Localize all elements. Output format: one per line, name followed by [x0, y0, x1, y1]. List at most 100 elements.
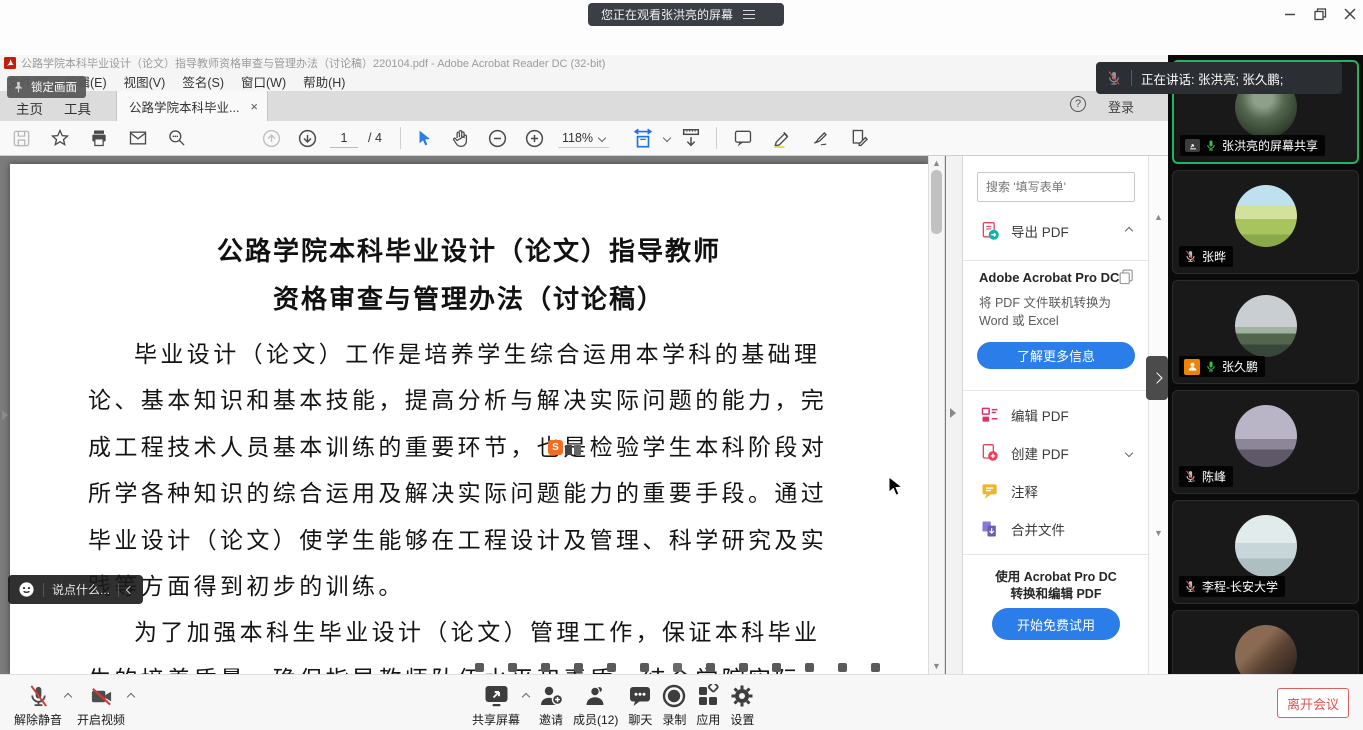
promo-description: 将 PDF 文件联机转换为 Word 或 Excel [979, 294, 1131, 330]
menu-item-view[interactable]: 视图(V) [124, 72, 166, 91]
document-heading: 公路学院本科毕业设计（论文）指导教师 资格审查与管理办法（讨论稿） [10, 228, 928, 324]
panel-collapse-handle[interactable] [1146, 356, 1168, 400]
hand-tool-button[interactable] [447, 125, 473, 151]
taskbar-icon [838, 663, 847, 672]
chevron-down-icon[interactable] [663, 134, 671, 142]
apps-button[interactable]: 应用 [696, 683, 720, 728]
settings-button[interactable]: 设置 [730, 683, 754, 728]
scroll-down-icon[interactable]: ▼ [932, 661, 941, 671]
zoom-in-button[interactable] [521, 125, 547, 151]
scroll-thumb[interactable] [931, 170, 942, 234]
panel-expand-arrow-icon[interactable] [950, 408, 956, 418]
help-icon[interactable]: ? [1070, 96, 1086, 112]
chevron-up-icon[interactable] [1125, 227, 1133, 235]
watching-banner[interactable]: 您正在观看张洪亮的屏幕 [588, 3, 784, 26]
document-page[interactable]: 公路学院本科毕业设计（论文）指导教师 资格审查与管理办法（讨论稿） 毕业设计（论… [10, 164, 928, 674]
chat-placeholder[interactable]: 说点什么... [52, 581, 110, 598]
scroll-up-icon[interactable]: ▲ [932, 158, 941, 168]
sign-tool-button[interactable] [808, 125, 834, 151]
panel-scrollbar[interactable]: ▲ ▼ [1148, 156, 1168, 674]
scroll-down-icon[interactable]: ▼ [1154, 528, 1163, 538]
selection-tool-button[interactable] [410, 125, 436, 151]
taskbar-icon [640, 663, 649, 672]
star-button[interactable] [47, 125, 73, 151]
nav-pane-toggle[interactable] [2, 410, 8, 420]
search-button[interactable] [164, 125, 190, 151]
invite-button[interactable]: 邀请 [539, 683, 563, 728]
tools-search-input[interactable] [977, 172, 1135, 202]
chat-bubble[interactable]: 说点什么... [8, 575, 143, 604]
participant-tile[interactable]: 陈峰 [1172, 390, 1359, 494]
participants-sidebar: 张洪亮的屏幕共享 张晔 张久鹏 陈峰 李程-长安大学 [1168, 55, 1363, 674]
document-tab-label: 公路学院本科毕业... [129, 97, 239, 116]
lock-tooltip-text: 锁定画面 [31, 79, 77, 95]
video-options-chevron[interactable] [127, 692, 135, 700]
banner-menu-icon[interactable] [743, 10, 755, 19]
participant-tile[interactable]: 张晔 [1172, 170, 1359, 274]
share-screen-icon [483, 684, 510, 708]
comment-item[interactable]: 注释 [963, 476, 1149, 506]
fill-sign-button[interactable] [847, 125, 873, 151]
start-video-button[interactable]: 开启视频 [77, 683, 134, 728]
panel-divider [963, 260, 1149, 261]
participant-name-tag: 李程-长安大学 [1179, 576, 1285, 597]
export-pdf-item[interactable]: 导出 PDF [963, 216, 1149, 246]
share-options-chevron[interactable] [522, 692, 530, 700]
tab-home[interactable]: 主页 [16, 98, 43, 118]
scroll-up-icon[interactable]: ▲ [1154, 212, 1163, 222]
page-fit-button[interactable] [678, 125, 704, 151]
unmute-button[interactable]: 解除静音 [14, 683, 71, 728]
create-pdf-item[interactable]: 创建 PDF [963, 438, 1149, 468]
document-scrollbar[interactable]: ▲ ▼ [928, 156, 945, 674]
participant-tile[interactable] [1172, 610, 1359, 674]
record-button[interactable]: 录制 [662, 683, 686, 728]
start-trial-button[interactable]: 开始免费试用 [992, 608, 1120, 640]
edit-pdf-item[interactable]: 编辑 PDF [963, 400, 1149, 430]
tab-tools[interactable]: 工具 [64, 98, 91, 118]
document-tab[interactable]: 公路学院本科毕业... × [116, 91, 268, 121]
minimize-button[interactable] [1278, 4, 1302, 24]
copy-pages-icon [1118, 268, 1135, 285]
emoji-icon[interactable] [18, 581, 35, 598]
page-number-input[interactable] [330, 128, 358, 148]
save-button[interactable] [8, 125, 34, 151]
print-button[interactable] [86, 125, 112, 151]
collapse-chat-icon[interactable] [126, 585, 134, 593]
zoom-out-button[interactable] [484, 125, 510, 151]
menu-item-help[interactable]: 帮助(H) [303, 72, 345, 91]
chevron-down-icon[interactable] [1125, 449, 1133, 457]
leave-meeting-button[interactable]: 离开会议 [1277, 688, 1349, 718]
participant-tile[interactable]: 李程-长安大学 [1172, 500, 1359, 604]
chevron-right-icon [1151, 372, 1162, 383]
combine-files-item[interactable]: 合并文件 [963, 514, 1149, 544]
members-label: 成员(12) [573, 711, 618, 728]
mic-options-chevron[interactable] [64, 692, 72, 700]
close-button[interactable] [1338, 4, 1362, 24]
menu-item-window[interactable]: 窗口(W) [241, 72, 286, 91]
fit-width-button[interactable] [630, 125, 656, 151]
learn-more-button[interactable]: 了解更多信息 [977, 342, 1135, 369]
restore-button[interactable] [1308, 4, 1332, 24]
tab-close-icon[interactable]: × [250, 99, 258, 114]
window-title: 公路学院本科毕业设计（论文）指导教师资格审查与管理办法（讨论稿）220104.p… [21, 55, 605, 71]
sign-in-link[interactable]: 登录 [1108, 97, 1134, 116]
participant-tile[interactable]: 张久鹏 [1172, 280, 1359, 384]
doc-body-line: 论、基本知识和基本技能，提高分析与解决实际问题的能力，完 [10, 378, 928, 424]
input-method-indicator[interactable]: S [548, 440, 581, 455]
members-button[interactable]: 成员(12) [573, 683, 618, 728]
doc-body-line: 所学各种知识的综合运用及解决实际问题能力的重要手段。通过 [10, 471, 928, 517]
chat-button[interactable]: 聊天 [628, 683, 652, 728]
email-button[interactable] [125, 125, 151, 151]
ime-mode-icon [565, 445, 572, 455]
previous-page-button[interactable] [258, 125, 284, 151]
zoom-level-select[interactable]: 118% [558, 129, 609, 148]
comment-tool-button[interactable] [730, 125, 756, 151]
menu-item-sign[interactable]: 签名(S) [182, 72, 224, 91]
share-screen-button[interactable]: 共享屏幕 [472, 683, 529, 728]
next-page-button[interactable] [294, 125, 320, 151]
apps-label: 应用 [696, 711, 720, 728]
share-screen-label: 共享屏幕 [472, 711, 520, 728]
highlight-tool-button[interactable] [769, 125, 795, 151]
avatar [1235, 405, 1297, 467]
avatar [1235, 515, 1297, 577]
